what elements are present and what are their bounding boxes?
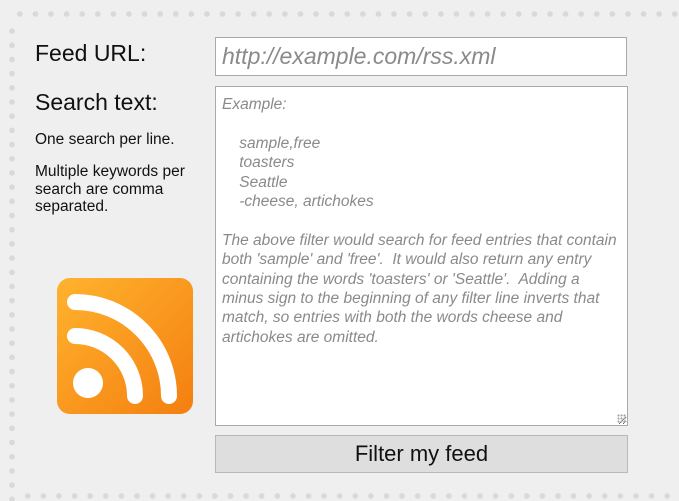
search-text-area[interactable] (215, 86, 628, 426)
feed-url-input[interactable] (215, 37, 627, 76)
feed-url-label: Feed URL: (35, 40, 147, 66)
rss-feed-icon (57, 278, 193, 414)
dotted-border-top (12, 11, 679, 17)
dotted-border-bottom (20, 493, 679, 499)
help-keywords-comma: Multiple keywords per search are comma s… (35, 163, 185, 215)
dotted-border-left (9, 24, 15, 501)
feed-filter-panel: Feed URL: Search text: One search per li… (0, 0, 679, 501)
filter-my-feed-button[interactable]: Filter my feed (215, 435, 628, 473)
help-one-search-per-line: One search per line. (35, 131, 175, 148)
search-text-label: Search text: (35, 89, 158, 115)
